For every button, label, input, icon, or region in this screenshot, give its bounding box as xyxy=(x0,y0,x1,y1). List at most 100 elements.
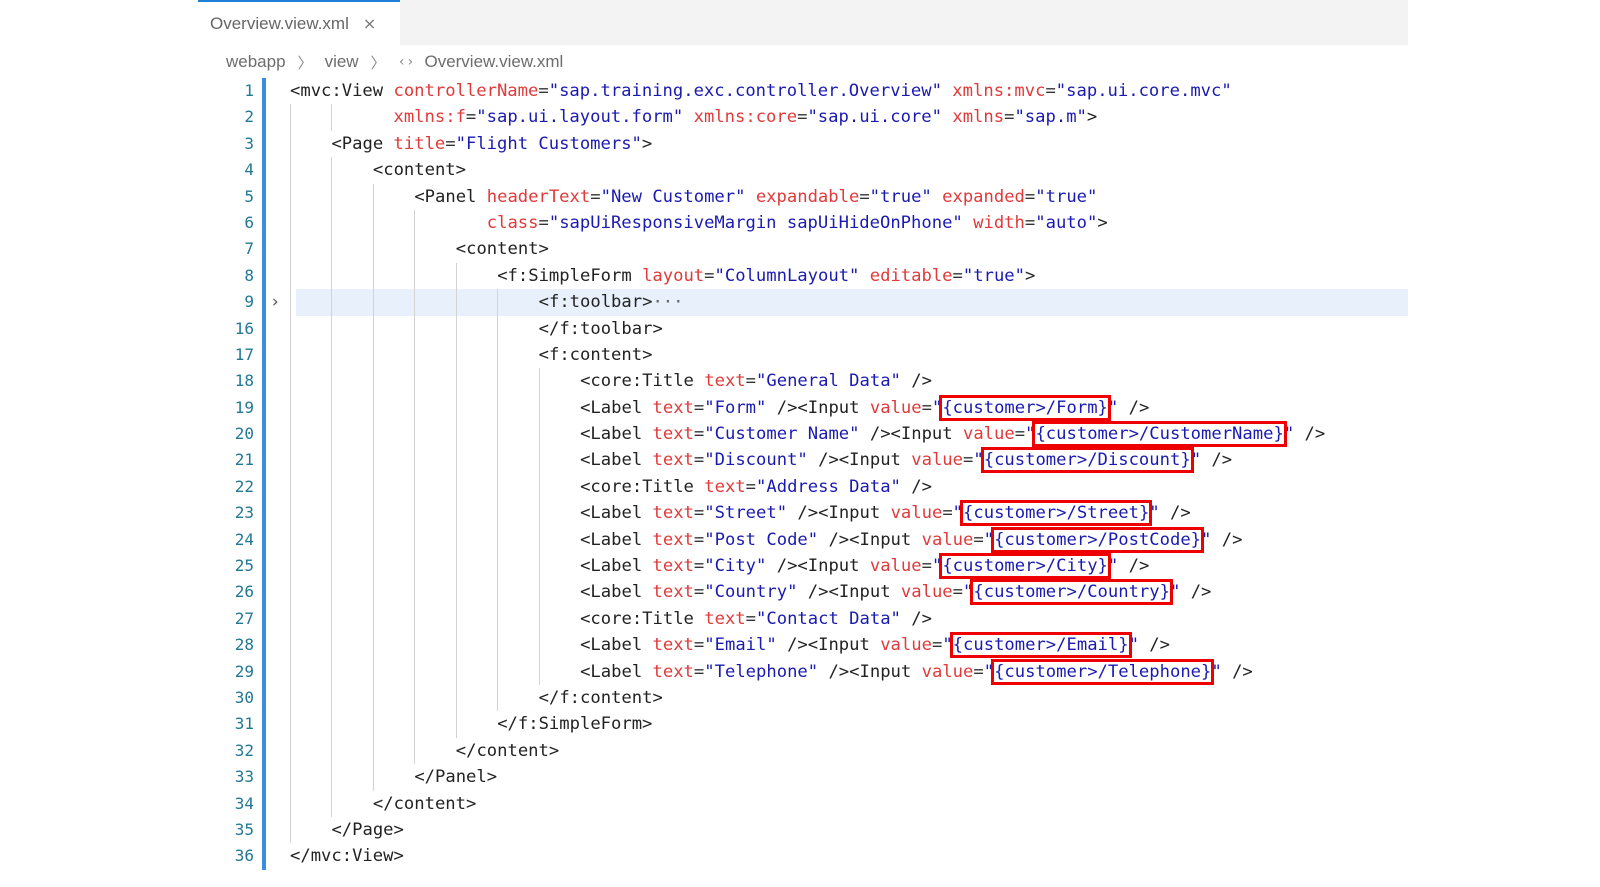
breadcrumb-item-file[interactable]: Overview.view.xml xyxy=(424,52,563,72)
code-line-28[interactable]: 28 <Label text="Email" /><Input value="{c… xyxy=(198,632,1408,659)
code-line-26[interactable]: 26 <Label text="Country" /><Input value="… xyxy=(198,579,1408,606)
code-line-6[interactable]: 6 class="sapUiResponsiveMargin sapUiHide… xyxy=(198,209,1408,237)
xml-tag: <Label xyxy=(580,503,653,524)
indent-guide xyxy=(290,130,291,158)
xml-value: "auto" xyxy=(1035,212,1098,233)
code-text: <core:Title text="Address Data" /> xyxy=(580,474,932,500)
indent-guide xyxy=(497,684,499,712)
binding-path-highlighted: {customer>/CustomerName} xyxy=(1032,421,1287,448)
code-editor[interactable]: Overview.view.xml × webapp 〉 view 〉 ‹› O… xyxy=(198,0,1408,887)
indent-guide xyxy=(414,579,416,606)
code-line-18[interactable]: 18 <core:Title text="General Data" /> xyxy=(198,368,1408,395)
xml-tag: </Panel> xyxy=(414,767,498,788)
binding-path-highlighted: {customer>/PostCode} xyxy=(991,526,1205,553)
xml-file-icon: ‹› xyxy=(397,54,415,70)
code-line-35[interactable]: 35 </Page> xyxy=(198,816,1408,844)
indent-guide xyxy=(372,421,374,448)
xml-tag: /> xyxy=(1118,556,1150,577)
code-line-36[interactable]: 36 </mvc:View> xyxy=(198,843,1408,869)
code-line-32[interactable]: 32 </content> xyxy=(198,737,1408,765)
indent-guide xyxy=(331,447,333,474)
line-number: 26 xyxy=(234,582,254,602)
line-number: 8 xyxy=(244,265,254,285)
xml-value: " xyxy=(1190,450,1202,471)
indent-guide xyxy=(372,500,374,527)
indent-guide xyxy=(414,394,416,422)
fold-chevron-icon[interactable]: › xyxy=(270,289,280,315)
code-line-20[interactable]: 20 <Label text="Customer Name" /><Input v… xyxy=(198,421,1408,448)
code-line-3[interactable]: 3 <Page title="Flight Customers"> xyxy=(198,130,1408,158)
code-line-25[interactable]: 25 <Label text="City" /><Input value="{cu… xyxy=(198,553,1408,580)
line-number: 2 xyxy=(244,107,254,127)
xml-value: " xyxy=(963,582,974,603)
line-number: 24 xyxy=(234,529,254,549)
code-line-19[interactable]: 19 <Label text="Form" /><Input value="{cu… xyxy=(198,394,1408,422)
close-icon[interactable]: × xyxy=(363,14,376,33)
xml-tag xyxy=(683,107,693,127)
xml-equals: = xyxy=(745,608,757,629)
indent-guide xyxy=(331,579,333,606)
indent-guide xyxy=(538,421,540,448)
code-text: </Page> xyxy=(331,817,403,843)
xml-equals: = xyxy=(921,556,932,577)
breadcrumb-item-view[interactable]: view xyxy=(325,52,359,72)
code-line-23[interactable]: 23 <Label text="Street" /><Input value="{… xyxy=(198,500,1408,527)
xml-attribute: text xyxy=(652,582,694,603)
indent-guide xyxy=(290,553,291,580)
xml-tag: <core:Title xyxy=(580,371,705,392)
code-text: <core:Title text="General Data" /> xyxy=(580,368,932,394)
code-area[interactable]: 1 <mvc:View controllerName="sap.training.… xyxy=(198,78,1408,870)
indent-guide xyxy=(455,289,457,316)
xml-attribute: layout xyxy=(642,265,705,286)
code-line-34[interactable]: 34 </content> xyxy=(198,790,1408,817)
breadcrumb-item-webapp[interactable]: webapp xyxy=(226,52,286,72)
xml-tag: /><Input xyxy=(807,450,912,471)
code-line-7[interactable]: 7 <content> xyxy=(198,236,1408,263)
code-line-33[interactable]: 33 </Panel> xyxy=(198,764,1408,791)
code-line-5[interactable]: 5 <Panel headerText="New Customer" expand… xyxy=(198,183,1408,210)
xml-value: "sap.ui.core.mvc" xyxy=(1055,81,1232,101)
xml-tag: <Label xyxy=(580,397,653,418)
code-line-30[interactable]: 30 </f:content> xyxy=(198,684,1408,712)
code-line-2[interactable]: 2 xmlns:f="sap.ui.layout.form" xmlns:cor… xyxy=(198,104,1408,131)
xml-tag: /> xyxy=(1159,503,1191,524)
line-number: 17 xyxy=(234,344,254,364)
xml-equals: = xyxy=(693,397,705,418)
code-line-4[interactable]: 4 <content> xyxy=(198,157,1408,184)
xml-value: "Telephone" xyxy=(704,661,819,682)
code-text: </f:toolbar> xyxy=(539,316,663,342)
xml-tag: </f:toolbar> xyxy=(538,318,663,339)
indent-guide xyxy=(290,764,291,791)
code-line-27[interactable]: 27 <core:Title text="Contact Data" /> xyxy=(198,605,1408,633)
code-line-9[interactable]: 9 › <f:toolbar>··· xyxy=(198,289,1408,316)
indent-guide xyxy=(331,764,333,791)
code-line-8[interactable]: 8 <f:SimpleForm layout="ColumnLayout" edi… xyxy=(198,262,1408,290)
code-line-24[interactable]: 24 <Label text="Post Code" /><Input value… xyxy=(198,526,1408,554)
code-line-21[interactable]: 21 <Label text="Discount" /><Input value=… xyxy=(198,447,1408,474)
xml-equals: = xyxy=(797,107,808,128)
xml-equals: = xyxy=(1004,107,1015,128)
code-line-16[interactable]: 16 </f:toolbar> xyxy=(198,315,1408,342)
indent-guide xyxy=(290,183,291,210)
binding-path-highlighted: {customer>/Discount} xyxy=(980,447,1194,474)
code-text: <Label text="Telephone" /><Input value="… xyxy=(580,658,1253,685)
xml-attribute: text xyxy=(652,450,694,471)
code-line-17[interactable]: 17 <f:content> xyxy=(198,341,1408,369)
xml-attribute: headerText xyxy=(486,186,591,207)
code-text: </content> xyxy=(456,738,559,764)
xml-tag: > xyxy=(1086,107,1098,128)
xml-tag: <Label xyxy=(580,661,653,682)
xml-value: "Customer Name" xyxy=(704,424,860,445)
xml-tag: </f:SimpleForm> xyxy=(497,714,653,735)
code-line-1[interactable]: 1 <mvc:View controllerName="sap.training.… xyxy=(198,78,1408,104)
indent-guide xyxy=(414,737,416,765)
line-number: 18 xyxy=(234,371,254,391)
code-line-22[interactable]: 22 <core:Title text="Address Data" /> xyxy=(198,473,1408,501)
xml-tag xyxy=(942,81,952,101)
code-text: <Label text="Country" /><Input value="{c… xyxy=(580,579,1211,606)
code-line-31[interactable]: 31 </f:SimpleForm> xyxy=(198,711,1408,738)
xml-equals: = xyxy=(693,582,705,603)
tab-overview-view-xml[interactable]: Overview.view.xml × xyxy=(198,0,400,45)
code-line-29[interactable]: 29 <Label text="Telephone" /><Input value… xyxy=(198,658,1408,685)
indent-guide xyxy=(290,711,291,738)
